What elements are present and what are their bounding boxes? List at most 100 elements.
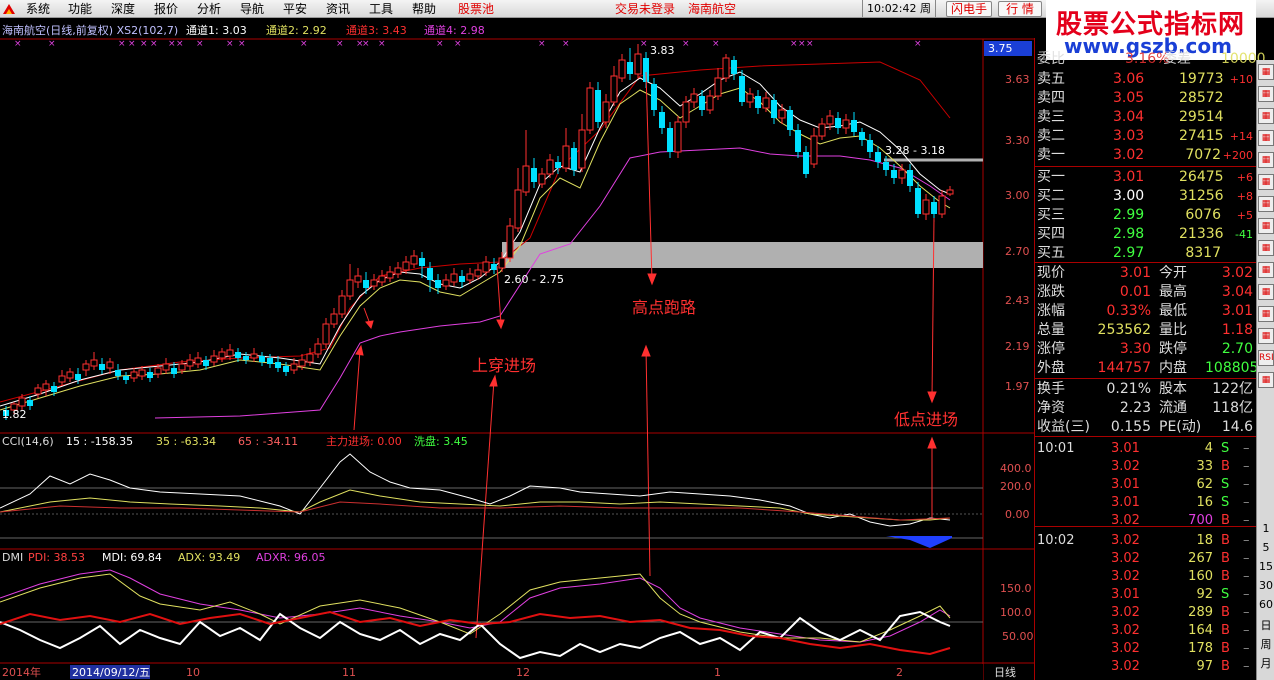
- menu-tools[interactable]: 工具: [369, 2, 393, 16]
- dmi-lines: [0, 569, 951, 660]
- signal-marker: ×: [562, 39, 570, 49]
- candle-body: [898, 169, 906, 179]
- toolbar-tool-icon[interactable]: ▦: [1258, 174, 1274, 190]
- signal-markers: × × × × × × × × × × × × × ×× × × × × × × × × × × × ×: [14, 39, 922, 49]
- stat-label: 外盘: [1037, 360, 1065, 376]
- sell-level-row: 卖四 3.05 28572: [1035, 89, 1257, 108]
- toolbar-tool-icon[interactable]: ▦: [1258, 240, 1274, 256]
- candle-body: [706, 95, 714, 111]
- candle-body: [722, 57, 730, 79]
- tick-volume: 267: [1188, 551, 1213, 566]
- toolbar-tool-icon[interactable]: ▦: [1258, 64, 1274, 80]
- candle-body: [938, 195, 946, 215]
- menu-system[interactable]: 系统: [26, 2, 50, 16]
- candle-body: [667, 128, 673, 152]
- y-tick: 1.97: [1005, 380, 1030, 393]
- toolbar-tool-icon[interactable]: ▦: [1258, 218, 1274, 234]
- stat-label-2: 内盘: [1159, 360, 1187, 376]
- candle-body: [883, 162, 889, 170]
- stat-label-2: 跌停: [1159, 341, 1187, 357]
- cci-y-tick: 0.00: [1005, 508, 1030, 521]
- range-label-lower: 2.60 - 2.75: [504, 273, 564, 286]
- period-button[interactable]: 15: [1257, 560, 1274, 573]
- candle-body: [66, 371, 74, 379]
- stat-value: 0.33%: [1106, 303, 1151, 319]
- stat-row: 现价 3.01 今开 3.02: [1035, 264, 1257, 283]
- buy-level-row: 买四 2.98 21336 -41: [1035, 225, 1257, 244]
- menu-pingan[interactable]: 平安: [283, 2, 307, 16]
- candle-body: [634, 53, 642, 75]
- period-button[interactable]: 1: [1257, 522, 1274, 535]
- stat-value: 3.01: [1119, 265, 1151, 281]
- candle-body: [459, 276, 465, 282]
- period-button[interactable]: 日: [1257, 617, 1274, 633]
- menu-navigate[interactable]: 导航: [240, 2, 264, 16]
- toolbar-tool-icon[interactable]: ▦: [1258, 306, 1274, 322]
- toolbar-tool-icon[interactable]: ▦: [1258, 284, 1274, 300]
- tick-price: 3.02: [1111, 659, 1140, 674]
- tick-side: B: [1221, 659, 1230, 674]
- tick-row: 3.02 700 B –: [1035, 512, 1257, 530]
- x-label-period: 日线: [994, 665, 1016, 679]
- toolbar-tool-icon[interactable]: ▦: [1258, 196, 1274, 212]
- period-button[interactable]: 月: [1257, 655, 1274, 671]
- menu-function[interactable]: 功能: [68, 2, 92, 16]
- candle-body: [203, 360, 209, 366]
- sell-level-row: 卖三 3.04 29514: [1035, 108, 1257, 127]
- toolbar-tool-icon[interactable]: ▦: [1258, 328, 1274, 344]
- toolbar-tool-icon[interactable]: ▦: [1258, 372, 1274, 388]
- toolbar-tool-icon[interactable]: ▦: [1258, 152, 1274, 168]
- toolbar-tool-icon[interactable]: RSI: [1258, 350, 1274, 366]
- candle-body: [474, 269, 482, 277]
- flash-trade-button[interactable]: 闪电手: [946, 1, 992, 17]
- menu-analysis[interactable]: 分析: [197, 2, 221, 16]
- tick-volume: 62: [1196, 477, 1213, 492]
- buy-level-volume: 8317: [1185, 245, 1221, 261]
- candle-body: [82, 363, 90, 371]
- buy-level-volume: 31256: [1179, 188, 1224, 204]
- candle-body: [546, 159, 554, 175]
- toolbar-tool-icon[interactable]: ▦: [1258, 108, 1274, 124]
- toolbar-tool-icon[interactable]: ▦: [1258, 262, 1274, 278]
- candle-body: [875, 152, 881, 162]
- candle-body: [162, 363, 170, 371]
- buy-level-label: 买三: [1037, 207, 1065, 223]
- menu-quote[interactable]: 报价: [154, 2, 178, 16]
- dmi-adxr: ADXR: 96.05: [256, 551, 326, 564]
- sell-level-volume: 29514: [1179, 109, 1224, 125]
- kline-chart[interactable]: 海南航空(日线,前复权) XS2(102,7) 通道1: 3.03 通道2: 2…: [0, 18, 1034, 680]
- tick-side: S: [1221, 477, 1230, 492]
- price-badge-text: 3.75: [988, 42, 1013, 55]
- quote-button[interactable]: 行 情: [998, 1, 1042, 17]
- period-button[interactable]: 周: [1257, 636, 1274, 652]
- candle-body: [378, 275, 386, 283]
- period-button[interactable]: 30: [1257, 579, 1274, 592]
- stat-value-2: 1.18: [1221, 322, 1253, 338]
- signal-marker: ×: [790, 39, 798, 49]
- sell-level-price: 3.04: [1113, 109, 1145, 125]
- period-button[interactable]: 60: [1257, 598, 1274, 611]
- candle-body: [330, 313, 338, 325]
- cci-y-tick: 200.0: [1000, 480, 1032, 493]
- sell-level-volume: 7072: [1185, 147, 1221, 163]
- candle-body: [859, 132, 865, 140]
- tick-price: 3.02: [1111, 533, 1140, 548]
- signal-marker: ×: [150, 39, 158, 49]
- sell-level-volume: 27415: [1179, 128, 1224, 144]
- tick-price: 3.02: [1111, 569, 1140, 584]
- period-button[interactable]: 5: [1257, 541, 1274, 554]
- toolbar-tool-icon[interactable]: ▦: [1258, 86, 1274, 102]
- tick-volume: 97: [1196, 659, 1213, 674]
- toolbar-tool-icon[interactable]: ▦: [1258, 130, 1274, 146]
- signal-marker: ×: [226, 39, 234, 49]
- stat-value-2: 2.70: [1221, 341, 1253, 357]
- menu-stock-pool[interactable]: 股票池: [458, 2, 494, 16]
- menu-depth[interactable]: 深度: [111, 2, 135, 16]
- cci-y-tick: 400.0: [1000, 462, 1032, 475]
- menu-info[interactable]: 资讯: [326, 2, 350, 16]
- menu-help[interactable]: 帮助: [412, 2, 436, 16]
- stat-label-2: 最高: [1159, 284, 1187, 300]
- candle-body: [90, 359, 98, 367]
- low-price-label: 1.82: [2, 408, 27, 421]
- signal-marker: ×: [48, 39, 56, 49]
